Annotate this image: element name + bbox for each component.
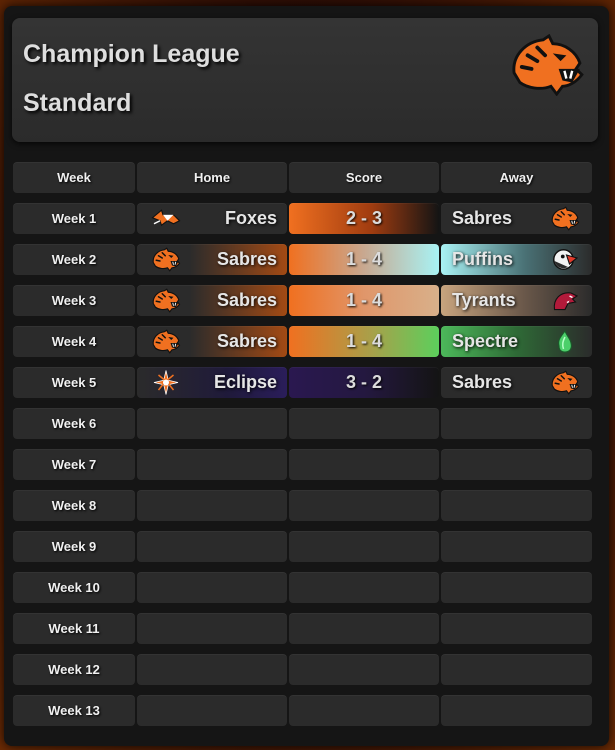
fox-icon (151, 206, 181, 231)
column-header-week: Week (13, 162, 135, 193)
away-team-name: Sabres (452, 372, 513, 392)
away-team-cell[interactable] (441, 490, 592, 521)
table-row[interactable]: Week 12 (13, 654, 592, 685)
column-header-away: Away (441, 162, 592, 193)
table-row[interactable]: Week 6 (13, 408, 592, 439)
week-label: Week 12 (13, 654, 135, 685)
match-score (289, 490, 439, 521)
home-team-cell[interactable] (137, 449, 287, 480)
home-team-cell[interactable]: Sabres (137, 285, 287, 316)
away-team-cell[interactable] (441, 695, 592, 726)
compass-star-icon (151, 370, 181, 395)
home-team-cell[interactable] (137, 613, 287, 644)
tiger-icon (550, 206, 580, 231)
home-team-cell[interactable] (137, 490, 287, 521)
tiger-icon (151, 247, 181, 272)
table-row[interactable]: Week 3 Sabres 1 - 4 Tyrants (13, 285, 592, 316)
week-label: Week 5 (13, 367, 135, 398)
week-label: Week 7 (13, 449, 135, 480)
ghost-flame-icon (550, 329, 580, 354)
league-title: Champion League (23, 40, 240, 68)
week-label: Week 4 (13, 326, 135, 357)
match-score: 3 - 2 (289, 367, 439, 398)
match-score (289, 654, 439, 685)
tiger-icon (550, 370, 580, 395)
home-team-cell[interactable]: Foxes (137, 203, 287, 234)
week-label: Week 11 (13, 613, 135, 644)
table-row[interactable]: Week 13 (13, 695, 592, 726)
match-score: 1 - 4 (289, 285, 439, 316)
home-team-cell[interactable] (137, 408, 287, 439)
home-team-cell[interactable] (137, 695, 287, 726)
home-team-cell[interactable] (137, 572, 287, 603)
sabres-tiger-icon (508, 34, 586, 96)
home-team-name: Sabres (216, 331, 277, 351)
away-team-cell[interactable]: Sabres (441, 203, 592, 234)
home-team-name: Foxes (224, 208, 277, 228)
home-team-name: Sabres (216, 290, 277, 310)
column-header-home: Home (137, 162, 287, 193)
home-team-name: Eclipse (213, 372, 277, 392)
table-row[interactable]: Week 10 (13, 572, 592, 603)
league-header: Champion League Standard (12, 18, 598, 142)
tiger-icon (151, 329, 181, 354)
home-team-cell[interactable] (137, 654, 287, 685)
week-label: Week 13 (13, 695, 135, 726)
table-row[interactable]: Week 8 (13, 490, 592, 521)
away-team-cell[interactable]: Sabres (441, 367, 592, 398)
match-score (289, 449, 439, 480)
table-row[interactable]: Week 4 Sabres 1 - 4 Spectre (13, 326, 592, 357)
match-score (289, 408, 439, 439)
match-score (289, 695, 439, 726)
match-score: 1 - 4 (289, 244, 439, 275)
away-team-cell[interactable]: Tyrants (441, 285, 592, 316)
away-team-cell[interactable] (441, 449, 592, 480)
away-team-cell[interactable] (441, 613, 592, 644)
tiger-icon (151, 288, 181, 313)
table-row[interactable]: Week 2 Sabres 1 - 4 Puffins (13, 244, 592, 275)
away-team-name: Tyrants (452, 290, 516, 310)
dinosaur-icon (550, 288, 580, 313)
table-row[interactable]: Week 9 (13, 531, 592, 562)
away-team-cell[interactable] (441, 531, 592, 562)
home-team-cell[interactable]: Sabres (137, 326, 287, 357)
match-score (289, 572, 439, 603)
table-row[interactable]: Week 5 Eclipse 3 - 2 Sabres (13, 367, 592, 398)
league-subtitle: Standard (23, 89, 132, 117)
week-label: Week 6 (13, 408, 135, 439)
week-label: Week 3 (13, 285, 135, 316)
table-row[interactable]: Week 7 (13, 449, 592, 480)
match-score: 2 - 3 (289, 203, 439, 234)
away-team-name: Spectre (452, 331, 519, 351)
table-row[interactable]: Week 11 (13, 613, 592, 644)
home-team-cell[interactable]: Sabres (137, 244, 287, 275)
away-team-cell[interactable] (441, 572, 592, 603)
week-label: Week 8 (13, 490, 135, 521)
puffin-icon (550, 247, 580, 272)
home-team-cell[interactable]: Eclipse (137, 367, 287, 398)
away-team-cell[interactable] (441, 654, 592, 685)
week-label: Week 1 (13, 203, 135, 234)
away-team-cell[interactable] (441, 408, 592, 439)
away-team-name: Sabres (452, 208, 513, 228)
week-label: Week 9 (13, 531, 135, 562)
away-team-name: Puffins (452, 249, 513, 269)
table-row[interactable]: Week 1 Foxes 2 - 3 Sabres (13, 203, 592, 234)
week-label: Week 2 (13, 244, 135, 275)
away-team-cell[interactable]: Puffins (441, 244, 592, 275)
away-team-cell[interactable]: Spectre (441, 326, 592, 357)
home-team-name: Sabres (216, 249, 277, 269)
match-score (289, 613, 439, 644)
match-score (289, 531, 439, 562)
week-label: Week 10 (13, 572, 135, 603)
column-header-score: Score (289, 162, 439, 193)
match-score: 1 - 4 (289, 326, 439, 357)
table-header-row: Week Home Score Away (13, 162, 592, 193)
home-team-cell[interactable] (137, 531, 287, 562)
